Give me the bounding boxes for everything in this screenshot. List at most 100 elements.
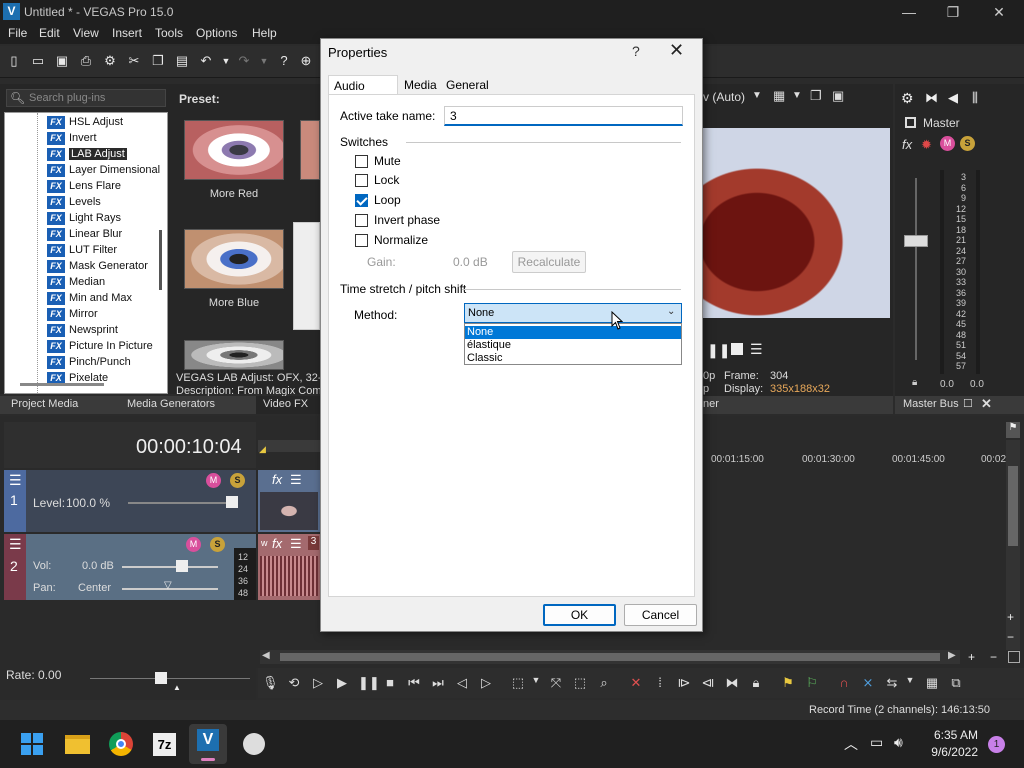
zoom-tool-icon[interactable]: ⌕ xyxy=(596,675,612,691)
next-frame-icon[interactable]: ▷ xyxy=(478,675,494,691)
track2-solo-icon[interactable]: S xyxy=(210,537,225,552)
track1-level-slider[interactable] xyxy=(128,502,236,504)
cut-icon[interactable]: ✂ xyxy=(126,53,142,69)
preset-more-blue-thumbnail[interactable] xyxy=(184,229,284,289)
preview-quality-select[interactable]: v (Auto) xyxy=(703,90,745,104)
insert-region-icon[interactable]: ⚐ xyxy=(804,675,820,691)
preview-quality-dropdown-icon[interactable]: ▼ xyxy=(752,90,762,101)
delete-icon[interactable]: ✕ xyxy=(628,675,644,691)
audio-event-menu-icon[interactable]: ☰ xyxy=(290,536,302,552)
invert-phase-checkbox[interactable] xyxy=(355,214,368,227)
vegas-taskbar-button[interactable]: V xyxy=(189,724,227,764)
play-from-start-icon[interactable]: ▷ xyxy=(310,675,326,691)
zoom-out-horizontal-icon[interactable]: − xyxy=(990,650,997,664)
preset-more-red-thumbnail[interactable] xyxy=(184,120,284,180)
save-icon[interactable]: ▣ xyxy=(54,53,70,69)
whats-this-help-icon[interactable]: ? xyxy=(276,53,292,69)
zoom-in-vertical-icon[interactable]: + xyxy=(1007,610,1014,624)
paste-icon[interactable]: ▤ xyxy=(174,53,190,69)
clock-time[interactable]: 6:35 AM xyxy=(926,728,978,742)
ok-button[interactable]: OK xyxy=(543,604,616,626)
lock-checkbox[interactable] xyxy=(355,174,368,187)
preset-thumbnail-selected-partial[interactable] xyxy=(293,222,320,330)
plugin-list-hscrollbar[interactable] xyxy=(20,383,104,386)
method-select[interactable]: None ⌄ xyxy=(464,303,682,323)
active-take-input[interactable]: 3 xyxy=(444,106,683,126)
snapping-icon[interactable]: ⊕ xyxy=(298,53,314,69)
audio-event[interactable]: w fx ☰ 3 xyxy=(258,534,320,600)
snapping-magnet-icon[interactable]: ∩ xyxy=(836,675,852,690)
track1-solo-icon[interactable]: S xyxy=(230,473,245,488)
close-window-button[interactable]: ✕ xyxy=(976,2,1022,22)
method-option-elastique[interactable]: élastique xyxy=(465,339,681,352)
master-settings-gear-icon[interactable]: ⚙ xyxy=(901,90,914,107)
dialog-help-button[interactable]: ? xyxy=(632,43,640,59)
copy-snapshot-icon[interactable]: ❐ xyxy=(810,88,822,104)
sevenzip-icon[interactable]: 7z xyxy=(153,733,176,756)
render-icon[interactable]: ⎙ xyxy=(78,53,94,69)
zoom-in-horizontal-icon[interactable]: + xyxy=(968,650,975,664)
recalculate-button[interactable]: Recalculate xyxy=(512,251,586,273)
timeline-marker-icon[interactable]: ⚑ xyxy=(1006,422,1020,438)
lock-icon[interactable]: 🔒︎ xyxy=(912,377,917,388)
go-to-end-icon[interactable]: ⏭ xyxy=(430,675,446,691)
cancel-button[interactable]: Cancel xyxy=(624,604,697,626)
pause-icon[interactable]: ❚❚ xyxy=(358,675,380,691)
dim-output-icon[interactable]: ◀ xyxy=(948,90,958,106)
track1-level-handle[interactable] xyxy=(226,496,238,508)
loop-playback-icon[interactable]: ⟲ xyxy=(286,675,302,691)
trim-start-icon[interactable]: ⧐ xyxy=(676,675,692,691)
redo-dropdown-icon[interactable]: ▼ xyxy=(256,53,272,69)
audio-event-fx-icon[interactable]: fx xyxy=(272,536,282,551)
copy-icon[interactable]: ❐ xyxy=(150,53,166,69)
playhead-marker[interactable]: ◢ xyxy=(259,444,266,455)
menu-insert[interactable]: Insert xyxy=(112,26,142,40)
chrome-icon[interactable] xyxy=(109,732,133,756)
lock-event-icon[interactable]: 🔒︎ xyxy=(748,675,764,691)
overlays-dropdown-icon[interactable]: ▼ xyxy=(792,90,802,101)
overlays-icon[interactable]: ▦ xyxy=(773,88,785,104)
video-event[interactable]: fx ☰ xyxy=(258,470,320,532)
auto-crossfade-icon[interactable]: ⨯ xyxy=(860,675,876,691)
settings-gear-icon[interactable]: ⚙ xyxy=(102,53,118,69)
master-select-checkbox[interactable] xyxy=(905,117,916,128)
master-fx-icon[interactable]: fx xyxy=(902,137,912,152)
mute-checkbox[interactable] xyxy=(355,155,368,168)
rate-slider-handle[interactable] xyxy=(155,672,167,684)
downmix-icon[interactable]: ⧓ xyxy=(925,90,938,106)
timeline-hscroll-thumb[interactable] xyxy=(280,653,940,661)
insert-marker-icon[interactable]: ⚑ xyxy=(780,675,796,691)
stop-preview-icon[interactable] xyxy=(731,343,743,355)
selection-tool-icon[interactable]: ⬚ xyxy=(572,675,588,691)
master-automation-icon[interactable]: ✹ xyxy=(921,137,932,153)
open-folder-icon[interactable]: ▭ xyxy=(30,53,46,69)
menu-edit[interactable]: Edit xyxy=(39,26,60,40)
maximize-button[interactable]: ❐ xyxy=(930,2,976,22)
lock-envelopes-icon[interactable]: ▦ xyxy=(924,675,940,691)
tab-project-media[interactable]: Project Media xyxy=(11,398,78,410)
zoom-out-vertical-icon[interactable]: − xyxy=(1007,630,1014,644)
scroll-right-icon[interactable]: ▶ xyxy=(948,650,956,661)
stop-icon[interactable]: ■ xyxy=(382,675,398,690)
track1-menu-icon[interactable]: ☰ xyxy=(9,472,22,489)
save-snapshot-icon[interactable]: ▣ xyxy=(832,88,844,104)
track2-vol-handle[interactable] xyxy=(176,560,188,572)
track2-pan-handle[interactable]: ▽ xyxy=(164,580,172,591)
minimize-button[interactable]: — xyxy=(886,2,932,22)
network-icon[interactable]: ▭ xyxy=(870,734,883,751)
mixer-options-icon[interactable]: ⫼ xyxy=(972,90,978,106)
close-master-tab-icon[interactable]: ✕ xyxy=(981,396,992,412)
tab-audio-event[interactable]: Audio Event xyxy=(328,75,398,107)
start-windows-icon[interactable] xyxy=(21,733,43,755)
method-option-none[interactable]: None xyxy=(465,326,681,339)
master-mute-icon[interactable]: M xyxy=(940,136,955,151)
volume-icon[interactable]: 🔊︎ xyxy=(894,734,903,751)
pause-preview-icon[interactable]: ❚❚ xyxy=(707,342,730,359)
dialog-close-button[interactable]: ✕ xyxy=(669,40,684,61)
track2-vol-slider[interactable] xyxy=(122,566,218,568)
video-event-fx-icon[interactable]: fx xyxy=(272,472,282,487)
undo-dropdown-icon[interactable]: ▼ xyxy=(218,53,234,69)
trim-icon[interactable]: ⁞ xyxy=(652,675,668,690)
normal-edit-tool-icon[interactable]: ⬚ xyxy=(510,675,526,691)
record-icon[interactable]: 🎙︎ xyxy=(262,675,279,691)
